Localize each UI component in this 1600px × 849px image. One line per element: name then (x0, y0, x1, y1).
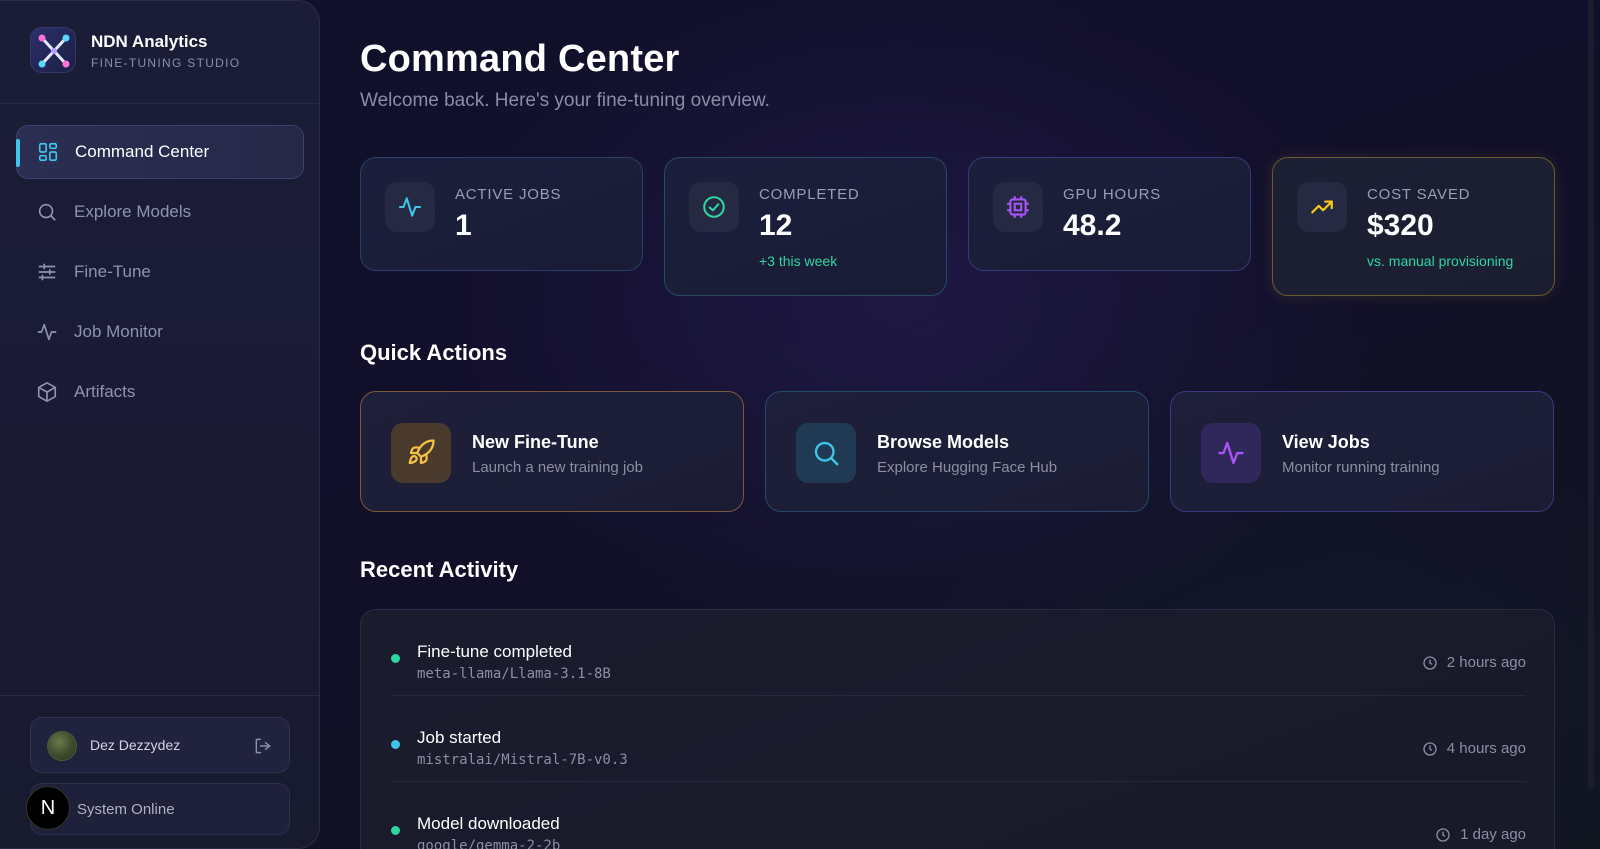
brand-logo-icon (30, 27, 76, 73)
search-icon (36, 201, 58, 223)
logout-icon[interactable] (253, 736, 273, 756)
stat-label: COMPLETED (759, 186, 860, 203)
grid-icon (37, 141, 59, 163)
action-title: View Jobs (1282, 432, 1370, 452)
activity-icon (385, 182, 435, 232)
clock-icon (1422, 655, 1438, 671)
activity-time-text: 2 hours ago (1446, 654, 1526, 671)
brand-subtitle: FINE-TUNING STUDIO (91, 56, 241, 70)
action-title: New Fine-Tune (472, 432, 599, 452)
stat-label: COST SAVED (1367, 186, 1471, 203)
brand[interactable]: NDN Analytics FINE-TUNING STUDIO (30, 27, 300, 75)
scrollbar[interactable] (1588, 0, 1594, 790)
action-subtitle: Launch a new training job (472, 459, 643, 476)
search-icon (796, 423, 856, 483)
stat-value: 1 (455, 209, 472, 242)
stat-label: GPU HOURS (1063, 186, 1162, 203)
stat-label: ACTIVE JOBS (455, 186, 562, 203)
stat-card-gpu-hours: GPU HOURS 48.2 (968, 157, 1251, 271)
page-subtitle: Welcome back. Here's your fine-tuning ov… (360, 90, 770, 111)
user-card[interactable]: Dez Dezzydez (30, 717, 290, 773)
list-item[interactable]: Job started mistralai/Mistral-7B-v0.3 4 … (391, 696, 1526, 782)
app-window: NDN Analytics FINE-TUNING STUDIO Command… (0, 0, 1600, 849)
sidebar-item-command-center[interactable]: Command Center (16, 125, 304, 179)
status-dot (391, 826, 400, 835)
box-icon (36, 381, 58, 403)
activity-icon (36, 321, 58, 343)
sidebar-item-label: Job Monitor (74, 322, 163, 341)
trending-up-icon (1297, 182, 1347, 232)
stat-card-active-jobs: ACTIVE JOBS 1 (360, 157, 643, 271)
recent-activity-list: Fine-tune completed meta-llama/Llama-3.1… (360, 609, 1555, 849)
brand-title: NDN Analytics (91, 32, 208, 51)
sidebar-nav: Command Center Explore Models Fine-Tune … (16, 125, 304, 425)
sliders-icon (36, 261, 58, 283)
rocket-icon (391, 423, 451, 483)
activity-model: meta-llama/Llama-3.1-8B (417, 666, 611, 682)
stat-note: +3 this week (759, 253, 838, 269)
status-dot (391, 654, 400, 663)
action-subtitle: Explore Hugging Face Hub (877, 459, 1058, 476)
stat-value: 48.2 (1063, 209, 1122, 242)
sidebar-item-job-monitor[interactable]: Job Monitor (16, 305, 304, 359)
sidebar-item-explore-models[interactable]: Explore Models (16, 185, 304, 239)
sidebar-item-label: Artifacts (74, 382, 136, 401)
activity-title: Job started (417, 728, 502, 747)
activity-title: Fine-tune completed (417, 642, 572, 661)
quick-actions-title: Quick Actions (360, 340, 508, 365)
sidebar-item-fine-tune[interactable]: Fine-Tune (16, 245, 304, 299)
cpu-icon (993, 182, 1043, 232)
action-title: Browse Models (877, 432, 1010, 452)
n-badge-icon[interactable]: N (26, 786, 70, 830)
sidebar-item-label: Command Center (75, 142, 210, 161)
user-name: Dez Dezzydez (90, 737, 181, 753)
sidebar-item-label: Explore Models (74, 202, 192, 221)
activity-icon (1201, 423, 1261, 483)
sidebar-divider (0, 695, 319, 696)
activity-time: 1 day ago (1435, 826, 1526, 843)
activity-title: Model downloaded (417, 814, 560, 833)
avatar (47, 731, 77, 761)
main-content: Command Center Welcome back. Here's your… (360, 0, 1555, 849)
check-circle-icon (689, 182, 739, 232)
system-status-text: System Online (77, 801, 175, 818)
new-fine-tune-button[interactable]: New Fine-Tune Launch a new training job (360, 391, 744, 512)
list-item[interactable]: Model downloaded google/gemma-2-2b 1 day… (391, 782, 1526, 849)
sidebar-divider (0, 103, 319, 104)
activity-time-text: 4 hours ago (1446, 740, 1526, 757)
activity-time-text: 1 day ago (1460, 826, 1526, 843)
clock-icon (1435, 827, 1451, 843)
recent-activity-title: Recent Activity (360, 557, 519, 582)
sidebar-item-artifacts[interactable]: Artifacts (16, 365, 304, 419)
activity-time: 4 hours ago (1422, 740, 1526, 757)
browse-models-button[interactable]: Browse Models Explore Hugging Face Hub (765, 391, 1149, 512)
view-jobs-button[interactable]: View Jobs Monitor running training (1170, 391, 1554, 512)
stat-card-cost-saved: COST SAVED $320 vs. manual provisioning (1272, 157, 1555, 296)
sidebar: NDN Analytics FINE-TUNING STUDIO Command… (0, 0, 320, 849)
status-dot (391, 740, 400, 749)
stat-note: vs. manual provisioning (1367, 253, 1514, 269)
activity-model: mistralai/Mistral-7B-v0.3 (417, 752, 628, 768)
activity-model: google/gemma-2-2b (417, 838, 561, 849)
page-title: Command Center (360, 38, 680, 80)
clock-icon (1422, 741, 1438, 757)
stat-value: $320 (1367, 209, 1434, 242)
stat-card-completed: COMPLETED 12 +3 this week (664, 157, 947, 296)
list-item[interactable]: Fine-tune completed meta-llama/Llama-3.1… (391, 610, 1526, 696)
action-subtitle: Monitor running training (1282, 459, 1440, 476)
sidebar-item-label: Fine-Tune (74, 262, 151, 281)
activity-time: 2 hours ago (1422, 654, 1526, 671)
stat-value: 12 (759, 209, 793, 242)
